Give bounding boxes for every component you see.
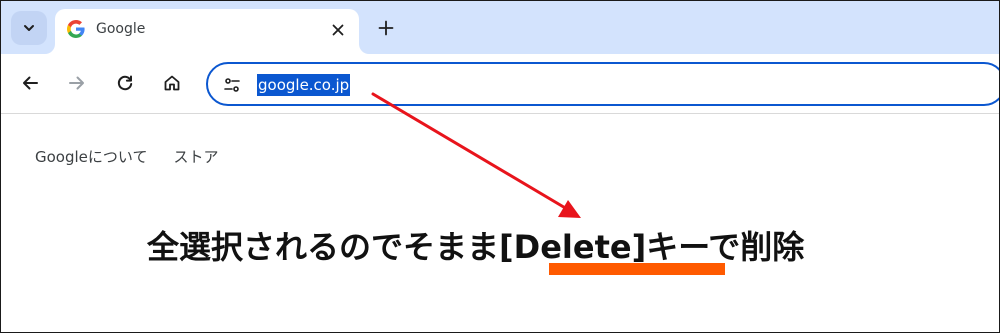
tab-close-button[interactable]: [327, 19, 349, 41]
home-icon: [164, 75, 180, 91]
google-g-icon: [67, 20, 85, 38]
site-info-icon[interactable]: [222, 75, 242, 95]
about-google-link[interactable]: Googleについて: [35, 146, 147, 167]
chevron-down-icon: [24, 25, 34, 31]
tab-search-button[interactable]: [11, 11, 47, 45]
toolbar: google.co.jp: [1, 54, 999, 114]
back-arrow-icon: [23, 76, 38, 90]
reload-icon: [117, 75, 133, 91]
tab-google[interactable]: Google: [55, 9, 359, 54]
page-top-links: Googleについて ストア: [35, 146, 218, 167]
close-icon: [332, 24, 344, 36]
browser-window: Google google.co.jp Googleについて ストア 全選択され…: [0, 0, 1000, 333]
reload-button[interactable]: [111, 69, 139, 97]
forward-arrow-icon: [69, 76, 84, 90]
new-tab-button[interactable]: [373, 15, 399, 41]
plus-icon: [378, 20, 394, 36]
home-button[interactable]: [158, 69, 186, 97]
tab-title: Google: [96, 21, 146, 37]
address-bar[interactable]: google.co.jp: [206, 62, 999, 106]
forward-button[interactable]: [63, 69, 91, 97]
store-link[interactable]: ストア: [173, 146, 218, 167]
back-button[interactable]: [16, 69, 44, 97]
annotation-caption: 全選択されるのでそまま[Delete]キーで削除: [147, 228, 805, 266]
url-text-selected[interactable]: google.co.jp: [257, 74, 351, 96]
tab-strip: Google: [1, 1, 999, 54]
